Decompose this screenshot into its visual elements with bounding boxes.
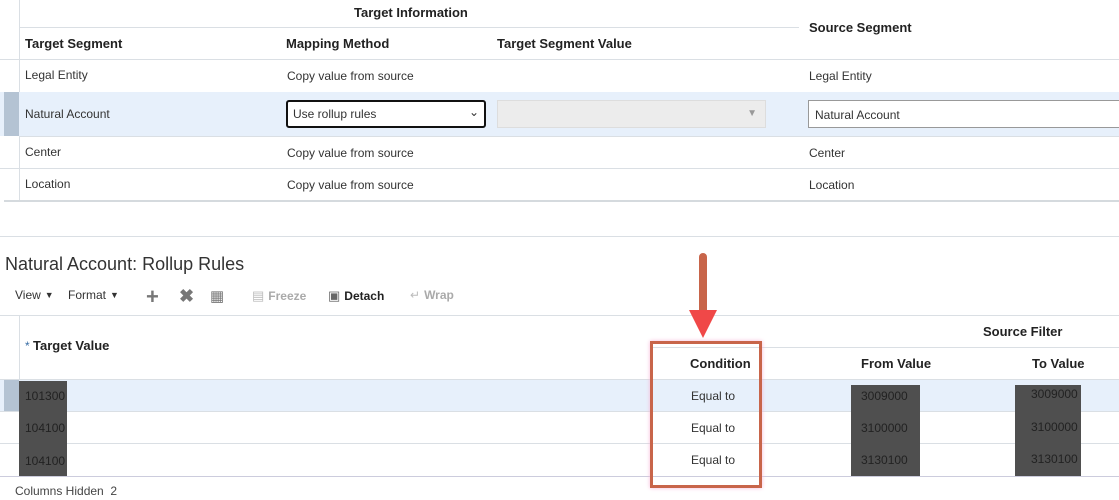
dropdown-arrow-icon: ▼ <box>747 108 757 119</box>
mapping-method-select[interactable]: Use rollup rules ⌄ <box>286 100 486 128</box>
table-row-selected[interactable]: Natural Account Use rollup rules ⌄ ▼ Nat… <box>0 92 1119 136</box>
target-value: 101300 <box>25 389 66 403</box>
col-to-value: To Value <box>1032 356 1085 371</box>
highlight-box <box>650 341 762 488</box>
wrap-icon: ↵ <box>410 288 421 302</box>
redacted-to-values: 3009000 3100000 3130100 <box>1015 385 1081 476</box>
freeze-button[interactable]: ▤ Freeze <box>252 288 306 304</box>
status-count: 2 <box>110 484 118 498</box>
target-value: 104100 <box>25 454 66 468</box>
row-selector[interactable] <box>4 380 19 411</box>
view-label: View <box>15 288 41 302</box>
col-target-segment: Target Segment <box>25 36 123 51</box>
target-value: 104100 <box>25 421 66 435</box>
detach-label: Detach <box>344 289 385 303</box>
col-group-source-filter: Source Filter <box>983 324 1063 339</box>
segment-name: Legal Entity <box>25 68 88 82</box>
mapping-method: Copy value from source <box>287 69 414 83</box>
col-target-value: * Target Value <box>25 338 109 353</box>
detach-icon: ▣ <box>328 288 341 303</box>
format-menu[interactable]: Format ▼ <box>68 288 119 302</box>
source-segment-input[interactable]: Natural Account <box>808 100 1119 128</box>
row-selector[interactable] <box>4 92 19 136</box>
input-value: Natural Account <box>815 108 900 122</box>
segment-name: Natural Account <box>25 107 110 121</box>
col-source-segment: Source Segment <box>809 20 912 35</box>
source-segment: Legal Entity <box>809 69 872 83</box>
redacted-from-values: 3009000 3100000 3130100 <box>851 385 920 476</box>
col-from-value: From Value <box>861 356 932 371</box>
caret-down-icon: ▼ <box>110 290 119 300</box>
format-label: Format <box>68 288 107 302</box>
source-segment: Center <box>809 146 846 160</box>
view-menu[interactable]: View ▼ <box>15 288 54 302</box>
mapping-method: Copy value from source <box>287 146 414 160</box>
status-label: Columns Hidden <box>15 484 104 498</box>
chevron-down-icon: ⌄ <box>468 105 479 119</box>
wrap-label: Wrap <box>424 288 454 302</box>
arrow-down-icon <box>689 253 717 338</box>
col-mapping-method: Mapping Method <box>286 36 390 51</box>
to-value: 3100000 <box>1031 420 1078 434</box>
target-segment-value-select[interactable]: ▼ <box>497 100 766 128</box>
from-value: 3130100 <box>861 453 908 467</box>
select-value: Use rollup rules <box>293 107 377 121</box>
add-icon[interactable]: + <box>146 284 159 310</box>
rollup-rules-title: Natural Account: Rollup Rules <box>5 254 245 274</box>
required-icon: * <box>25 339 30 353</box>
to-value: 3130100 <box>1031 452 1078 466</box>
freeze-label: Freeze <box>268 289 307 303</box>
to-value: 3009000 <box>1031 387 1078 401</box>
segment-name: Location <box>25 177 71 191</box>
redacted-target-values: 101300 104100 104100 <box>19 381 67 476</box>
mapping-method: Copy value from source <box>287 178 414 192</box>
target-information-header: Target Information <box>354 5 468 20</box>
from-value: 3009000 <box>861 389 908 403</box>
col-target-segment-value: Target Segment Value <box>497 36 632 51</box>
delete-icon[interactable]: ✖ <box>179 286 194 307</box>
query-by-example-icon[interactable]: ▦ <box>210 287 224 305</box>
segment-name: Center <box>25 145 62 159</box>
detach-button[interactable]: ▣ Detach <box>328 288 384 304</box>
source-segment: Location <box>809 178 855 192</box>
columns-hidden-status: Columns Hidden 2 <box>15 484 117 498</box>
table-row-selected[interactable] <box>0 380 1119 411</box>
header-label: Target Value <box>33 338 110 353</box>
from-value: 3100000 <box>861 421 908 435</box>
caret-down-icon: ▼ <box>44 290 54 300</box>
wrap-button[interactable]: ↵ Wrap <box>410 288 454 302</box>
freeze-icon: ▤ <box>252 288 265 303</box>
